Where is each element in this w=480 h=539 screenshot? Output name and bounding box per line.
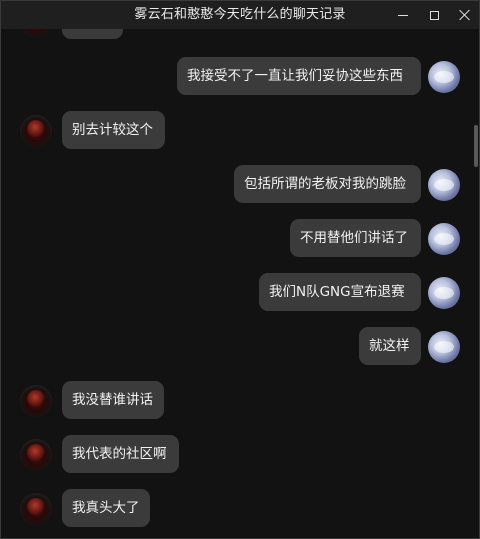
avatar[interactable] <box>428 223 460 255</box>
message-bubble[interactable] <box>62 29 123 39</box>
message-bubble[interactable]: 我代表的社区啊 <box>62 435 179 473</box>
message-row: 不用替他们讲话了 <box>1 219 479 259</box>
message-row: 就这样 <box>1 327 479 367</box>
message-row: 我代表的社区啊 <box>1 435 479 475</box>
message-row: 包括所谓的老板对我的跳脸 <box>1 165 479 205</box>
message-row: 我们N队GNG宣布退赛 <box>1 273 479 313</box>
message-row: 我真头大了 <box>1 489 479 529</box>
avatar[interactable] <box>20 29 52 37</box>
message-bubble[interactable]: 我没替谁讲话 <box>62 381 164 419</box>
minimize-button[interactable] <box>387 1 419 29</box>
avatar[interactable] <box>20 439 52 471</box>
close-icon <box>459 9 471 21</box>
avatar[interactable] <box>428 61 460 93</box>
message-row: 别去计较这个 <box>1 111 479 151</box>
message-bubble[interactable]: 别去计较这个 <box>62 111 165 149</box>
message-bubble[interactable]: 我真头大了 <box>62 489 150 527</box>
message-row <box>1 29 479 41</box>
maximize-button[interactable] <box>418 1 450 29</box>
message-bubble[interactable]: 就这样 <box>359 327 421 365</box>
avatar[interactable] <box>428 331 460 363</box>
chat-window: 雾云石和憨憨今天吃什么的聊天记录 我接受不了一直让我们妥协这些东西 别去计较这个… <box>0 0 480 539</box>
scrollbar-thumb[interactable] <box>474 125 478 167</box>
maximize-icon <box>429 10 439 20</box>
message-row: 我没替谁讲话 <box>1 381 479 421</box>
avatar[interactable] <box>428 169 460 201</box>
message-list[interactable]: 我接受不了一直让我们妥协这些东西 别去计较这个 包括所谓的老板对我的跳脸 不用替… <box>1 29 479 538</box>
avatar[interactable] <box>20 493 52 525</box>
avatar[interactable] <box>428 277 460 309</box>
message-bubble[interactable]: 我接受不了一直让我们妥协这些东西 <box>177 57 421 95</box>
message-bubble[interactable]: 不用替他们讲话了 <box>290 219 421 257</box>
title-bar: 雾云石和憨憨今天吃什么的聊天记录 <box>1 1 479 29</box>
avatar[interactable] <box>20 385 52 417</box>
avatar[interactable] <box>20 115 52 147</box>
minimize-icon <box>398 14 408 16</box>
message-row: 我接受不了一直让我们妥协这些东西 <box>1 57 479 97</box>
message-bubble[interactable]: 我们N队GNG宣布退赛 <box>259 273 421 311</box>
close-button[interactable] <box>449 1 479 29</box>
message-bubble[interactable]: 包括所谓的老板对我的跳脸 <box>234 165 421 203</box>
